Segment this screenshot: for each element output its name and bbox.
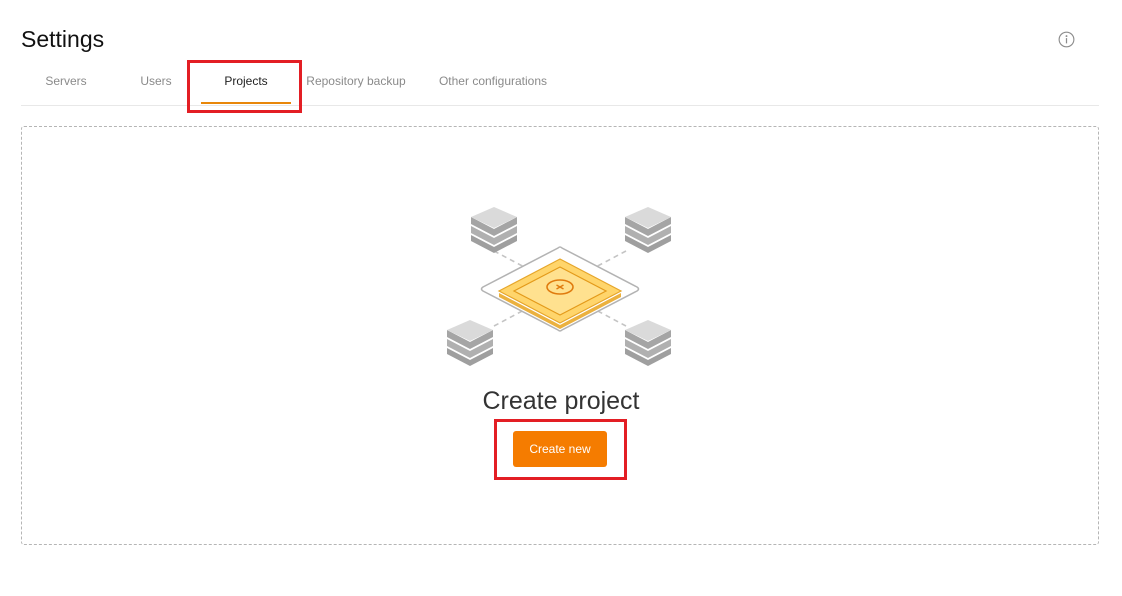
- server-stack-icon: [447, 320, 493, 366]
- tab-label: Users: [140, 74, 172, 88]
- tab-label: Other configurations: [438, 74, 548, 88]
- tab-label: Servers: [45, 74, 87, 88]
- create-new-button[interactable]: Create new: [513, 431, 607, 467]
- tab-servers[interactable]: Servers: [21, 58, 111, 104]
- tab-label: Repository backup: [306, 74, 406, 88]
- server-stack-icon: [625, 320, 671, 366]
- settings-tabs: Servers Users Projects Repository backup…: [21, 58, 1099, 106]
- project-network-illustration: [447, 207, 671, 366]
- page-title: Settings: [21, 26, 105, 52]
- tab-projects[interactable]: Projects: [201, 58, 291, 104]
- empty-state-title: Create project: [482, 387, 640, 415]
- tab-users[interactable]: Users: [113, 58, 199, 104]
- tab-other-configurations[interactable]: Other configurations: [429, 58, 557, 104]
- server-stack-icon: [625, 207, 671, 253]
- server-stack-icon: [471, 207, 517, 253]
- info-icon[interactable]: [1058, 31, 1075, 48]
- tab-repository-backup[interactable]: Repository backup: [293, 58, 419, 104]
- tab-label: Projects: [224, 74, 268, 88]
